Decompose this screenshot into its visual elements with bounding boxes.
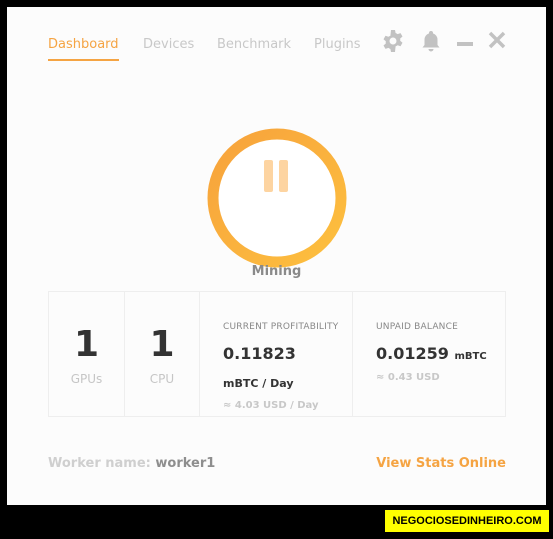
bell-icon[interactable] (419, 29, 443, 53)
tab-plugins[interactable]: Plugins (314, 37, 361, 52)
app-window: Dashboard Devices Benchmark Plugins Mini… (7, 7, 546, 505)
minimize-icon[interactable] (453, 29, 477, 53)
cpu-stat: 1 CPU (124, 291, 200, 417)
balance-value-row: 0.01259 mBTC (376, 344, 487, 363)
balance-usd: ≈ 0.43 USD (376, 372, 440, 383)
cpu-count: 1 (149, 324, 175, 365)
view-stats-online-link[interactable]: View Stats Online (376, 456, 506, 471)
profitability-header: CURRENT PROFITABILITY (223, 322, 339, 332)
balance-value: 0.01259 (376, 344, 449, 363)
profitability-usd: ≈ 4.03 USD / Day (223, 400, 319, 411)
balance-unit: mBTC (454, 351, 487, 362)
profitability-unit: mBTC / Day (223, 377, 294, 390)
gear-icon[interactable] (381, 29, 405, 53)
profitability-value: 0.11823 (223, 344, 296, 363)
mining-toggle-button[interactable] (206, 127, 348, 269)
worker-name: worker1 (155, 456, 216, 471)
mining-ring (207, 128, 347, 268)
tab-dashboard[interactable]: Dashboard (48, 37, 119, 61)
gpus-stat: 1 GPUs (48, 291, 125, 417)
tab-devices[interactable]: Devices (143, 37, 194, 52)
gpus-label: GPUs (70, 372, 103, 386)
watermark: NEGOCIOSEDINHEIRO.COM (385, 510, 549, 532)
balance-header: UNPAID BALANCE (376, 322, 458, 332)
gpus-count: 1 (73, 324, 100, 365)
stats-panel: 1 GPUs 1 CPU CURRENT PROFITABILITY 0.118… (48, 291, 506, 417)
mining-status-label: Mining (251, 264, 302, 279)
close-icon[interactable] (485, 29, 509, 53)
worker-label: Worker name: (48, 456, 156, 471)
worker-info: Worker name: worker1 (48, 456, 215, 471)
tab-benchmark[interactable]: Benchmark (217, 37, 291, 52)
balance-stat: UNPAID BALANCE 0.01259 mBTC ≈ 0.43 USD (352, 291, 506, 417)
cpu-label: CPU (149, 372, 175, 386)
profitability-stat: CURRENT PROFITABILITY 0.11823 mBTC / Day… (199, 291, 353, 417)
